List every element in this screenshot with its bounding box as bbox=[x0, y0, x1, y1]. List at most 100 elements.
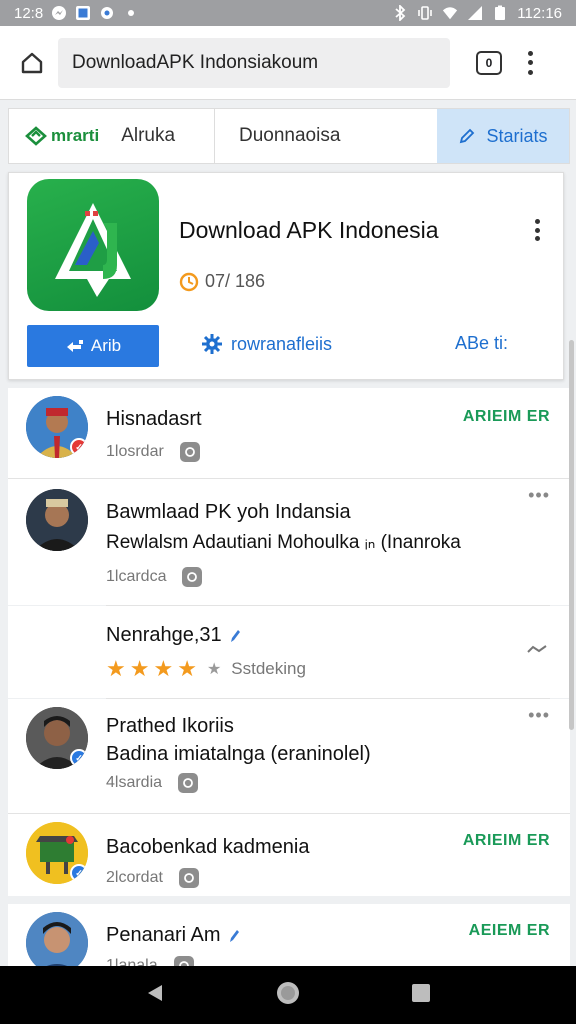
item-subtitle-text: 1losrdar bbox=[106, 443, 164, 460]
chevron-icon[interactable] bbox=[526, 642, 548, 660]
item-title: Penanari Am bbox=[106, 924, 241, 947]
list-item[interactable]: Bawmlaad PK yoh Indansia Rewlalsm Adauti… bbox=[8, 479, 570, 605]
avatar: ✓ bbox=[26, 707, 88, 769]
app-card: Download APK Indonesia 07/ 186 Arib rowr… bbox=[8, 172, 564, 380]
home-button-icon[interactable] bbox=[275, 980, 301, 1011]
tab-switcher-button[interactable]: 0 bbox=[476, 50, 502, 75]
tab-label-1: Alruka bbox=[121, 125, 176, 146]
app-meta: 07/ 186 bbox=[179, 271, 265, 292]
avatar: ✓ bbox=[26, 822, 88, 884]
item-title-secondary: Badina imiatalnga (eraninolel) bbox=[106, 743, 371, 765]
avatar bbox=[26, 489, 88, 551]
tertiary-action-button[interactable]: ABe ti: bbox=[455, 333, 508, 354]
browser-toolbar: DownloadAPK Indonsiakoum 0 bbox=[0, 26, 576, 100]
item-action-tag[interactable]: ARIEIM ER bbox=[463, 832, 550, 850]
sync-icon bbox=[182, 567, 203, 587]
item-subtitle-text: 2lcordat bbox=[106, 869, 163, 886]
url-field[interactable]: DownloadAPK Indonsiakoum bbox=[58, 37, 450, 88]
vibrate-icon bbox=[417, 5, 433, 21]
item-subtitle-text: 1lcardca bbox=[106, 568, 167, 585]
sync-icon bbox=[179, 442, 200, 462]
share-icon bbox=[66, 340, 83, 352]
recents-icon[interactable] bbox=[410, 982, 432, 1009]
more-options-icon[interactable]: ••• bbox=[528, 705, 550, 726]
star-empty-icon: ★ bbox=[206, 661, 222, 678]
system-nav-bar bbox=[0, 966, 576, 1024]
back-icon[interactable] bbox=[144, 982, 166, 1009]
item-title-secondary: Rewlalsm Adautiani Mohoulka ᵢₙ (Inanroka bbox=[106, 532, 461, 553]
secondary-action-label: rowranafleiis bbox=[231, 333, 333, 354]
browser-menu-icon[interactable] bbox=[526, 50, 534, 75]
clock-icon bbox=[179, 272, 199, 291]
item-subtitle-text: 4lsardia bbox=[106, 774, 163, 791]
item-action-tag[interactable]: ARIEIM ER bbox=[463, 408, 550, 426]
avatar: ✓ bbox=[26, 396, 88, 458]
secondary-action-button[interactable]: rowranafleiis bbox=[201, 333, 332, 355]
battery-icon bbox=[492, 5, 508, 21]
gear-icon bbox=[202, 334, 222, 354]
item-subtitle: 1losrdar bbox=[106, 442, 200, 462]
list-item[interactable]: ✓ Prathed Ikoriis Badina imiatalnga (era… bbox=[8, 699, 570, 813]
item-subtitle: 2lcordat bbox=[106, 868, 199, 888]
sync-icon bbox=[178, 868, 199, 888]
feed-list: ✓ Hisnadasrt 1losrdar ARIEIM ER Bawmlaad… bbox=[8, 388, 570, 966]
star-icon: ★ bbox=[129, 656, 150, 681]
app-meta-text: 07/ 186 bbox=[205, 271, 266, 291]
star-icon: ★ bbox=[106, 656, 126, 681]
wifi-icon bbox=[442, 5, 458, 21]
page-content: mrarti Alruka Duonnaoisa Stariats Downlo… bbox=[0, 100, 576, 966]
primary-action-button[interactable]: Arib bbox=[27, 325, 159, 367]
item-title: Bacobenkad kadmenia bbox=[106, 836, 310, 858]
app-more-icon[interactable] bbox=[535, 219, 541, 241]
home-icon[interactable] bbox=[20, 51, 44, 75]
more-options-icon[interactable]: ••• bbox=[528, 485, 550, 506]
avatar bbox=[26, 912, 88, 966]
primary-action-label: Arib bbox=[90, 336, 122, 355]
sync-icon bbox=[173, 956, 194, 966]
list-item[interactable]: ✓ Bacobenkad kadmenia 2lcordat ARIEIM ER bbox=[8, 814, 570, 896]
pencil-icon bbox=[460, 128, 475, 144]
tab-home[interactable]: mrarti Alruka bbox=[9, 109, 215, 163]
bluetooth-icon bbox=[392, 5, 408, 21]
status-time: 12:8 bbox=[14, 4, 44, 22]
tab-label-3: Stariats bbox=[486, 125, 548, 146]
list-item[interactable]: ✓ Hisnadasrt 1losrdar ARIEIM ER bbox=[8, 388, 570, 478]
item-title: Prathed Ikoriis bbox=[106, 715, 234, 737]
verified-badge-icon: ✓ bbox=[70, 864, 88, 882]
status-clock: 112:16 bbox=[517, 4, 562, 22]
item-title-text: Nenrahge,31 bbox=[106, 624, 222, 646]
app-logo-icon[interactable] bbox=[27, 179, 159, 311]
item-title: Nenrahge,31 bbox=[106, 624, 242, 647]
pen-icon bbox=[230, 629, 240, 642]
tab-2[interactable]: Duonnaoisa bbox=[215, 125, 437, 147]
brand-mark-icon bbox=[25, 126, 47, 146]
item-title: Bawmlaad PK yoh Indansia bbox=[106, 501, 351, 523]
app-icon bbox=[99, 5, 115, 21]
site-tab-bar: mrarti Alruka Duonnaoisa Stariats bbox=[8, 108, 570, 164]
star-half-icon: ★ bbox=[177, 656, 197, 681]
item-subtitle: 4lsardia bbox=[106, 773, 199, 793]
brand-name: mrarti bbox=[51, 126, 100, 145]
signal-icon bbox=[467, 5, 483, 21]
item-title-text: Penanari Am bbox=[106, 924, 221, 946]
status-bar: 12:8 112:16 bbox=[0, 0, 576, 26]
tab-label-2: Duonnaoisa bbox=[239, 125, 341, 146]
gallery-icon bbox=[75, 5, 91, 21]
item-action-tag[interactable]: AEIEM ER bbox=[469, 922, 550, 940]
item-subtitle: 1lanala bbox=[106, 956, 194, 966]
rating-label: Sstdeking bbox=[231, 659, 306, 678]
scrollbar[interactable] bbox=[569, 340, 574, 730]
list-item[interactable]: Penanari Am 1lanala AEIEM ER bbox=[8, 904, 570, 966]
pen-icon bbox=[229, 929, 239, 942]
tab-3-active[interactable]: Stariats bbox=[437, 109, 569, 163]
sync-icon bbox=[178, 773, 199, 793]
dot-icon bbox=[123, 5, 139, 21]
star-icon: ★ bbox=[153, 656, 174, 681]
app-title: Download APK Indonesia bbox=[179, 217, 439, 243]
item-subtitle: 1lcardca bbox=[106, 567, 203, 587]
messenger-icon bbox=[51, 5, 67, 21]
item-subtitle-text: 1lanala bbox=[106, 957, 158, 966]
list-item[interactable]: Nenrahge,31 ★ ★ ★ ★ ★ Sstdeking bbox=[8, 606, 570, 698]
item-title: Hisnadasrt bbox=[106, 408, 202, 430]
verified-badge-icon: ✓ bbox=[70, 749, 88, 767]
